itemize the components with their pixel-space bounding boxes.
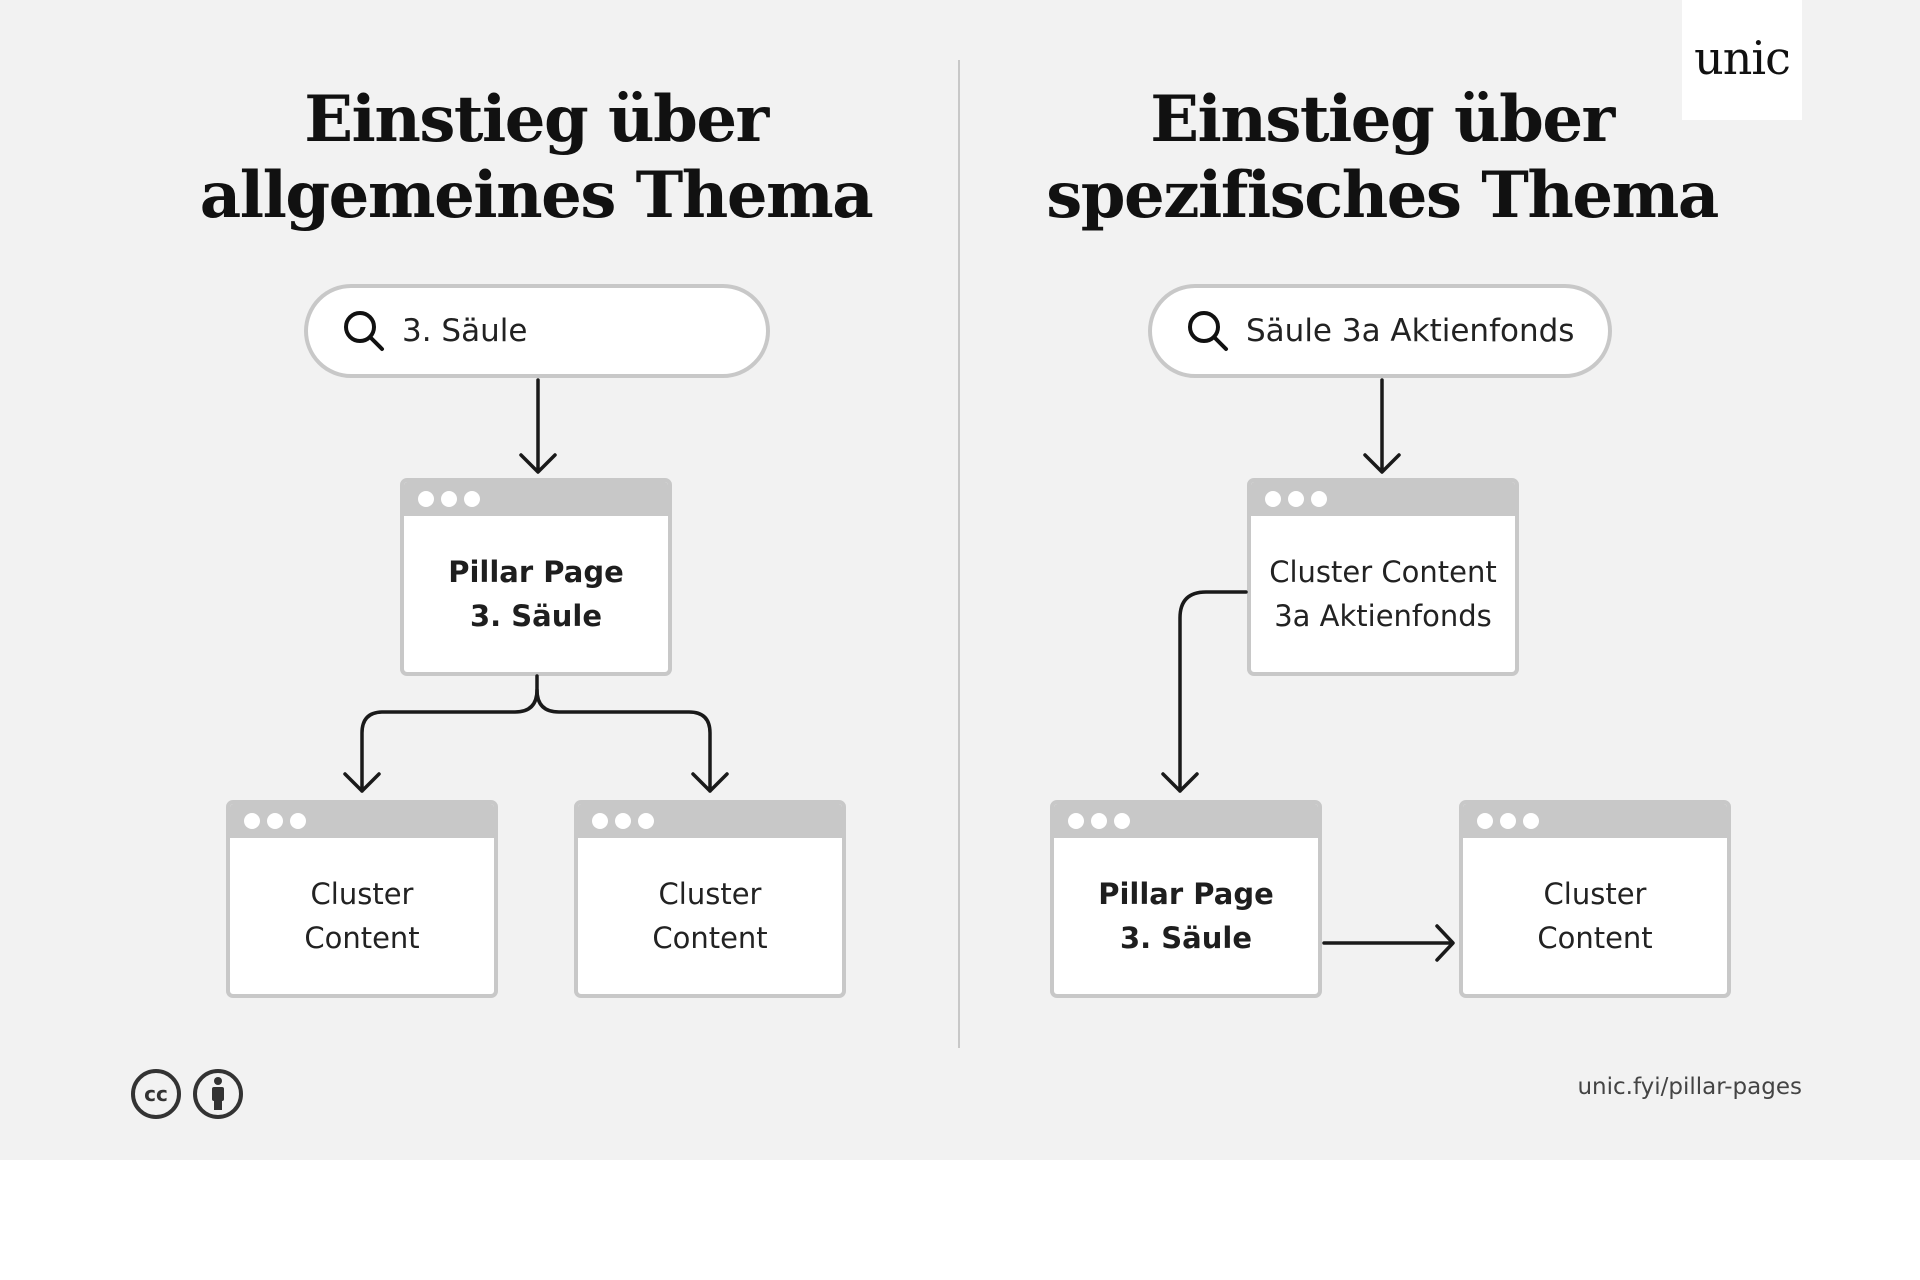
card-label-line: 3. Säule [469,599,602,633]
card-label: Pillar Page 3. Säule [404,516,668,672]
source-url[interactable]: unic.fyi/pillar-pages [1577,1074,1802,1100]
license-icons: cc [130,1068,244,1125]
arrow-right-cluster-to-pillar [1161,590,1248,793]
card-label-line: Cluster [658,877,762,911]
window-dot-icon [1311,491,1327,507]
card-label-line: Cluster Content [1269,555,1497,589]
search-query: 3. Säule [402,313,528,349]
browser-bar [404,482,668,516]
browser-bar [1251,482,1515,516]
right-entry-cluster-card: Cluster Content 3a Aktienfonds [1247,478,1519,676]
card-label: Cluster Content [230,838,494,994]
right-cluster-card: Cluster Content [1459,800,1731,998]
left-title-line-2: allgemeines Thema [199,158,874,233]
right-search-bar[interactable]: Säule 3a Aktienfonds [1148,284,1612,378]
arrow-right-search-to-cluster [1363,378,1401,474]
window-dot-icon [464,491,480,507]
column-divider [958,60,960,1048]
card-label: Cluster Content [578,838,842,994]
window-dot-icon [615,813,631,829]
window-dot-icon [1288,491,1304,507]
left-search-bar[interactable]: 3. Säule [304,284,770,378]
window-dot-icon [418,491,434,507]
left-cluster-card-2: Cluster Content [574,800,846,998]
browser-bar [1054,804,1318,838]
card-label: Cluster Content 3a Aktienfonds [1251,516,1515,672]
card-label-line: Cluster [1543,877,1647,911]
window-dot-icon [592,813,608,829]
search-query: Säule 3a Aktienfonds [1246,313,1575,349]
window-dot-icon [267,813,283,829]
search-icon [1184,307,1232,355]
window-dot-icon [1091,813,1107,829]
window-dot-icon [1523,813,1539,829]
left-pillar-page-card: Pillar Page 3. Säule [400,478,672,676]
creative-commons-icon: cc [130,1068,182,1125]
window-dot-icon [1068,813,1084,829]
window-dot-icon [1500,813,1516,829]
infographic-canvas: unic Einstieg über allgemeines Thema 3. … [0,0,1920,1160]
svg-text:cc: cc [144,1082,168,1106]
card-label-line: Pillar Page [1098,877,1274,911]
card-label-line: Content [652,921,768,955]
left-cluster-card-1: Cluster Content [226,800,498,998]
browser-bar [230,804,494,838]
card-label-line: Content [1537,921,1653,955]
card-label-line: Pillar Page [448,555,624,589]
card-label-line: 3. Säule [1119,921,1252,955]
window-dot-icon [244,813,260,829]
right-title: Einstieg über spezifisches Thema [1002,82,1762,234]
card-label-line: Cluster [310,877,414,911]
logo-text: unic [1694,31,1791,85]
card-label: Cluster Content [1463,838,1727,994]
right-title-line-1: Einstieg über [1150,82,1615,157]
search-icon [340,307,388,355]
arrow-left-pillar-to-cluster-1 [343,674,539,793]
arrow-left-pillar-to-cluster-2 [535,688,729,793]
window-dot-icon [1265,491,1281,507]
window-dot-icon [1477,813,1493,829]
attribution-icon [192,1068,244,1125]
card-label-line: 3a Aktienfonds [1274,599,1492,633]
left-title-line-1: Einstieg über [304,82,769,157]
browser-bar [578,804,842,838]
card-label: Pillar Page 3. Säule [1054,838,1318,994]
arrow-left-search-to-pillar [519,378,557,474]
card-label-line: Content [304,921,420,955]
right-pillar-page-card: Pillar Page 3. Säule [1050,800,1322,998]
window-dot-icon [638,813,654,829]
browser-bar [1463,804,1727,838]
window-dot-icon [441,491,457,507]
window-dot-icon [1114,813,1130,829]
window-dot-icon [290,813,306,829]
right-title-line-2: spezifisches Thema [1046,158,1719,233]
left-title: Einstieg über allgemeines Thema [156,82,916,234]
arrow-right-pillar-to-cluster [1322,924,1455,962]
